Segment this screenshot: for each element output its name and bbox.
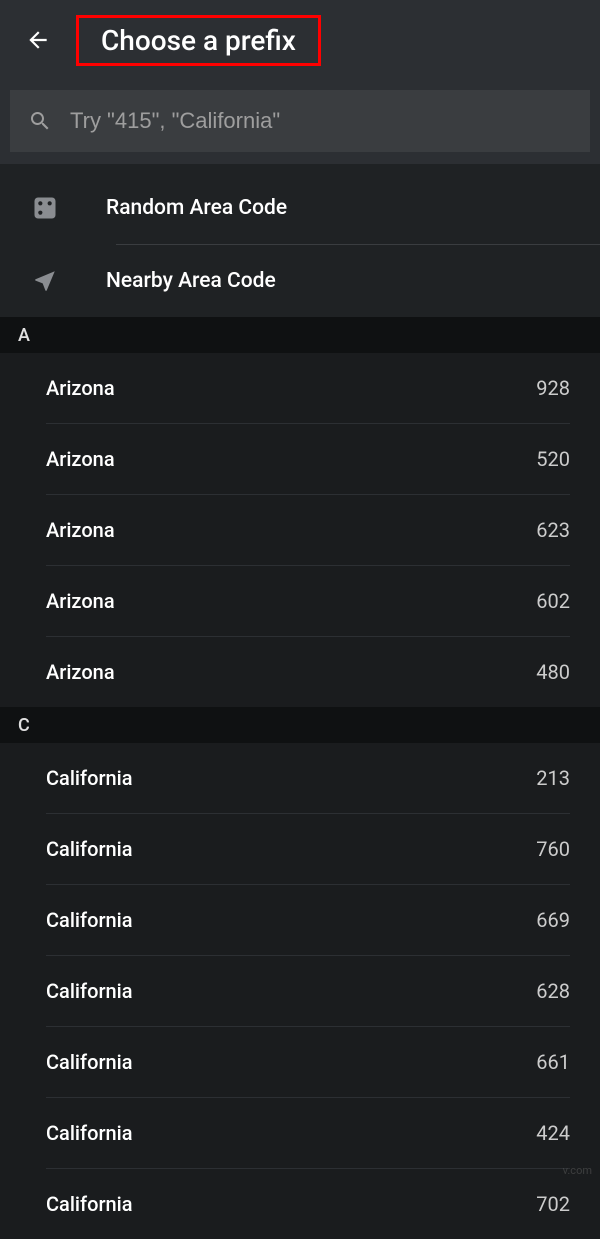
options-list: Random Area Code Nearby Area Code — [0, 164, 600, 317]
list-item[interactable]: California 424 — [0, 1098, 600, 1168]
item-name: California — [46, 1050, 133, 1074]
search-input[interactable] — [70, 108, 572, 134]
back-button[interactable] — [20, 22, 56, 58]
item-name: California — [46, 908, 133, 932]
item-code: 661 — [536, 1050, 570, 1074]
watermark: v.com — [563, 1164, 592, 1177]
random-area-code-option[interactable]: Random Area Code — [0, 172, 600, 244]
item-code: 213 — [536, 766, 570, 790]
list-item[interactable]: California 213 — [0, 743, 600, 813]
item-code: 669 — [536, 908, 570, 932]
item-name: Arizona — [46, 518, 115, 542]
search-bar[interactable] — [10, 90, 590, 152]
item-code: 480 — [536, 660, 570, 684]
item-name: California — [46, 837, 133, 861]
list-item[interactable]: California 628 — [0, 956, 600, 1026]
prefix-list: A Arizona 928 Arizona 520 Arizona 623 Arizona 60… — [0, 317, 600, 1239]
item-name: California — [46, 766, 133, 790]
item-code: 520 — [536, 447, 570, 471]
item-code: 928 — [536, 376, 570, 400]
list-item[interactable]: Arizona 480 — [0, 637, 600, 707]
list-item[interactable]: California 669 — [0, 885, 600, 955]
arrow-left-icon — [25, 27, 51, 53]
location-icon — [30, 266, 60, 296]
item-name: California — [46, 1192, 133, 1216]
item-code: 702 — [536, 1192, 570, 1216]
page-title: Choose a prefix — [101, 24, 296, 57]
item-code: 760 — [536, 837, 570, 861]
list-item[interactable]: Arizona 928 — [0, 353, 600, 423]
dice-icon — [30, 193, 60, 223]
section-header: C — [0, 707, 600, 743]
list-item[interactable]: California 760 — [0, 814, 600, 884]
list-item[interactable]: Arizona 623 — [0, 495, 600, 565]
item-code: 424 — [536, 1121, 570, 1145]
item-name: Arizona — [46, 660, 115, 684]
search-container — [0, 80, 600, 164]
nearby-area-code-option[interactable]: Nearby Area Code — [0, 245, 600, 317]
item-name: California — [46, 979, 133, 1003]
item-name: California — [46, 1121, 133, 1145]
random-label: Random Area Code — [106, 196, 287, 220]
list-item[interactable]: California 702 — [0, 1169, 600, 1239]
item-code: 623 — [536, 518, 570, 542]
search-icon — [28, 109, 52, 133]
item-name: Arizona — [46, 376, 115, 400]
title-highlight: Choose a prefix — [76, 15, 321, 66]
list-item[interactable]: California 661 — [0, 1027, 600, 1097]
item-code: 628 — [536, 979, 570, 1003]
nearby-label: Nearby Area Code — [106, 269, 276, 293]
section-header: A — [0, 317, 600, 353]
header-bar: Choose a prefix — [0, 0, 600, 80]
list-item[interactable]: Arizona 602 — [0, 566, 600, 636]
item-code: 602 — [536, 589, 570, 613]
item-name: Arizona — [46, 589, 115, 613]
list-item[interactable]: Arizona 520 — [0, 424, 600, 494]
item-name: Arizona — [46, 447, 115, 471]
